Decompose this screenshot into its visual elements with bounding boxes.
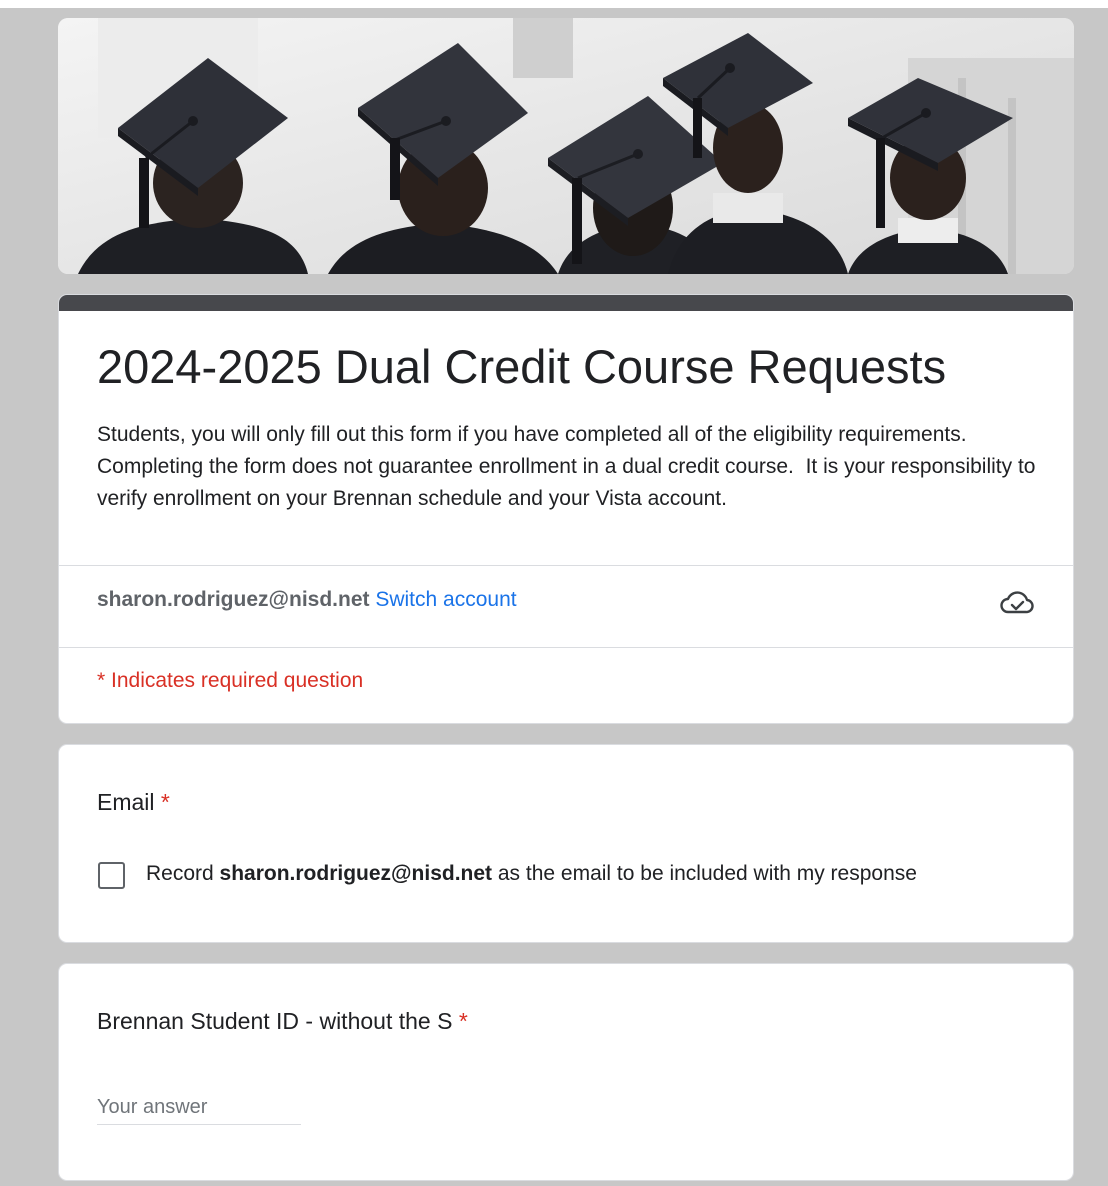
record-email-checkbox[interactable] [98, 862, 125, 889]
form-header-card: 2024-2025 Dual Credit Course Requests St… [58, 294, 1074, 724]
form-title: 2024-2025 Dual Credit Course Requests [97, 340, 947, 393]
cloud-check-icon [1000, 591, 1034, 614]
question-title: Email * [97, 787, 170, 817]
account-email: sharon.rodriguez@nisd.net [97, 588, 370, 611]
switch-account-link[interactable]: Switch account [375, 588, 516, 611]
record-email-checkbox-label[interactable]: Record sharon.rodriguez@nisd.net as the … [146, 859, 917, 889]
question-card-email: Email * Record sharon.rodriguez@nisd.net… [58, 744, 1074, 943]
form-description: Students, you will only fill out this fo… [97, 423, 1042, 510]
required-asterisk: * [160, 789, 170, 815]
theme-accent-bar [59, 295, 1073, 311]
page-top-strip [0, 0, 1108, 8]
required-question-note: * Indicates required question [97, 669, 364, 692]
question-title-text: Email [97, 789, 155, 815]
checkbox-label-email: sharon.rodriguez@nisd.net [219, 862, 493, 885]
required-asterisk: * [458, 1008, 468, 1034]
question-title-text: Brennan Student ID - without the S [97, 1008, 453, 1034]
checkbox-label-prefix: Record [146, 862, 220, 885]
question-title: Brennan Student ID - without the S * [97, 1006, 468, 1036]
account-row: sharon.rodriguez@nisd.net Switch account [97, 585, 517, 615]
student-id-input[interactable] [97, 1090, 301, 1125]
question-card-student-id: Brennan Student ID - without the S * [58, 963, 1074, 1181]
divider [59, 647, 1073, 648]
divider [59, 565, 1073, 566]
header-banner-image [58, 18, 1074, 274]
checkbox-label-suffix: as the email to be included with my resp… [492, 862, 917, 885]
